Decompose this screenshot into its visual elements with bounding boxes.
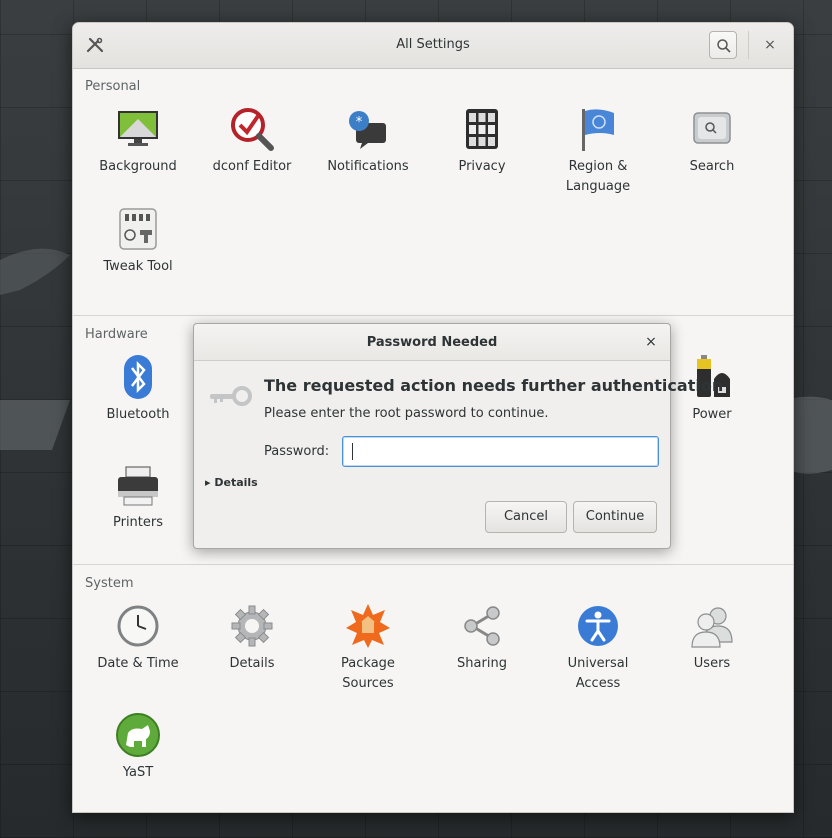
search-button[interactable] <box>709 31 737 59</box>
panel-label: Power <box>692 407 732 422</box>
password-label: Password: <box>264 444 330 459</box>
panel-sharing[interactable]: Sharing <box>427 602 537 674</box>
panel-package-sources[interactable]: Package Sources <box>313 602 423 694</box>
details-expander[interactable]: ▸ Details <box>205 476 258 489</box>
clock-icon <box>117 605 159 647</box>
panel-yast[interactable]: YaST <box>83 711 193 783</box>
share-icon <box>464 606 500 646</box>
bluetooth-icon <box>124 355 152 399</box>
background-icon <box>118 111 158 146</box>
panel-bluetooth[interactable]: Bluetooth <box>83 353 193 425</box>
password-input[interactable] <box>342 436 659 467</box>
printer-icon <box>118 466 158 506</box>
panel-label: Universal Access <box>567 656 629 691</box>
panel-label: Users <box>693 656 731 671</box>
dialog-title: Password Needed <box>366 335 498 350</box>
yast-icon <box>116 713 160 757</box>
panel-tweak-tool[interactable]: Tweak Tool <box>83 205 193 277</box>
panel-users[interactable]: Users <box>657 602 767 674</box>
panel-background[interactable]: Background <box>83 105 193 177</box>
panel-label: Region & Language <box>565 159 631 194</box>
section-separator <box>73 564 793 565</box>
panel-details[interactable]: Details <box>197 602 307 674</box>
text-cursor <box>352 443 353 460</box>
panel-dconf-editor[interactable]: dconf Editor <box>197 105 307 177</box>
dialog-close-button[interactable]: × <box>642 333 660 351</box>
panel-label: Details <box>229 656 275 671</box>
titlebar-separator <box>748 31 749 59</box>
panel-label: Background <box>99 159 177 174</box>
password-dialog: Password Needed × The requested action n… <box>193 323 723 549</box>
key-icon <box>210 386 252 406</box>
cancel-button[interactable]: Cancel <box>485 501 567 533</box>
gear-icon <box>231 605 273 647</box>
section-title-personal: Personal <box>85 79 141 94</box>
region-flag-icon <box>582 109 614 151</box>
search-icon <box>717 39 731 53</box>
users-icon <box>691 607 733 648</box>
window-title: All Settings <box>396 37 470 52</box>
section-title-hardware: Hardware <box>85 327 148 342</box>
panel-printers[interactable]: Printers <box>83 461 193 533</box>
continue-button[interactable]: Continue <box>573 501 657 533</box>
package-sources-icon <box>346 604 390 648</box>
window-titlebar: All Settings × <box>73 23 793 69</box>
panel-label: Bluetooth <box>106 407 170 422</box>
accessibility-icon <box>578 606 618 646</box>
window-close-button[interactable]: × <box>761 36 779 54</box>
notifications-icon: * <box>349 111 386 149</box>
panel-label: Date & Time <box>97 656 179 671</box>
panel-label: Notifications <box>327 159 409 174</box>
panel-label: YaST <box>122 765 154 780</box>
panel-region-language[interactable]: Region & Language <box>543 105 653 197</box>
svg-text:*: * <box>356 115 363 130</box>
dialog-heading: The requested action needs further authe… <box>264 376 724 395</box>
tweak-tool-icon <box>119 208 157 250</box>
panel-date-time[interactable]: Date & Time <box>83 602 193 674</box>
panel-universal-access[interactable]: Universal Access <box>543 602 653 694</box>
panel-label: Search <box>689 159 735 174</box>
section-separator <box>73 315 793 316</box>
privacy-icon <box>466 109 498 149</box>
panel-label: dconf Editor <box>212 159 292 174</box>
panel-label: Tweak Tool <box>103 259 173 274</box>
search-app-icon <box>693 112 731 144</box>
section-title-system: System <box>85 576 134 591</box>
panel-label: Package Sources <box>341 656 395 691</box>
panel-label: Sharing <box>457 656 507 671</box>
dialog-header: Password Needed × <box>194 324 670 361</box>
panel-notifications[interactable]: * Notifications <box>313 105 423 177</box>
dialog-message: Please enter the root password to contin… <box>264 406 549 421</box>
panel-label: Privacy <box>458 159 506 174</box>
dconf-editor-icon <box>231 108 274 151</box>
panel-label: Printers <box>112 515 164 530</box>
panel-search[interactable]: Search <box>657 105 767 177</box>
panel-privacy[interactable]: Privacy <box>427 105 537 177</box>
